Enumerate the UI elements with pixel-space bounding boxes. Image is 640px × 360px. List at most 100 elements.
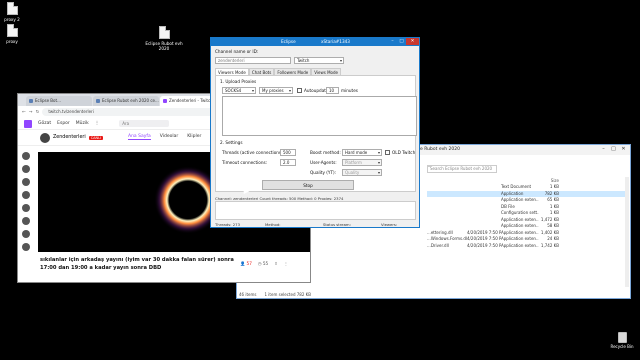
- eclipse-title: Eclipse: [281, 39, 296, 44]
- followed-channel-avatar[interactable]: [22, 204, 30, 212]
- upload-proxies-heading: 1. Upload Proxies: [220, 79, 257, 84]
- proxy-type-select[interactable]: SOCKS4: [222, 87, 256, 94]
- desktop-icon-proxy[interactable]: proxy: [0, 24, 32, 44]
- nav-esports[interactable]: Espor: [57, 121, 70, 126]
- avatar[interactable]: [40, 132, 50, 143]
- eclipse-user: xStaria#1343: [321, 39, 350, 44]
- tab-chat-bots[interactable]: Chat Bots: [248, 68, 275, 75]
- proxy-list-textarea[interactable]: [222, 96, 417, 136]
- more-options-icon[interactable]: ⋮: [284, 261, 288, 267]
- vertical-scrollbar[interactable]: [625, 177, 629, 287]
- log-area: [215, 201, 416, 220]
- maximize-button[interactable]: □: [609, 146, 618, 153]
- desktop: proxy 2 proxy Eclipse Rubot evh 2020 Ecl…: [0, 0, 640, 360]
- desktop-icon-proxy2[interactable]: proxy 2: [0, 2, 32, 22]
- channel-tab-clips[interactable]: Klipler: [187, 134, 201, 140]
- stream-title: sıkılanlar için arkadaş yayını (iyim var…: [40, 257, 234, 271]
- desktop-icon-label: proxy: [6, 39, 18, 44]
- close-button[interactable]: ✕: [406, 38, 419, 45]
- eclipse-favicon-icon: [29, 99, 33, 103]
- more-icon[interactable]: ⋮: [95, 121, 100, 126]
- recycle-bin-label: Recycle Bin: [610, 344, 634, 349]
- minimize-button[interactable]: –: [599, 146, 608, 153]
- file-list-header: Size: [427, 177, 627, 184]
- boost-method-select[interactable]: Hard mode: [342, 149, 382, 156]
- boost-method-label: Boost method:: [310, 150, 341, 155]
- settings-heading: 2. Settings: [220, 140, 243, 145]
- channel-input[interactable]: zendenterleri: [215, 57, 291, 64]
- user-agents-select[interactable]: Platform: [342, 159, 382, 166]
- stop-button[interactable]: Stop: [262, 180, 354, 190]
- tab-viewers-mode[interactable]: Viewers Mode: [215, 68, 249, 75]
- desktop-icon-recycle-bin[interactable]: Recycle Bin: [608, 332, 636, 349]
- nav-browse[interactable]: Gözat: [38, 121, 51, 126]
- tab-views-mode[interactable]: Views Mode: [311, 68, 341, 75]
- close-button[interactable]: ✕: [619, 146, 628, 153]
- stream-time: ◷ 55: [257, 261, 269, 266]
- desktop-icon-label: Eclipse Rubot evh 2020: [145, 41, 183, 51]
- file-row[interactable]: ...Driver.dll4/20/2019 7:50 PMApplicatio…: [427, 243, 627, 250]
- platform-select[interactable]: Twitch: [294, 57, 344, 64]
- recycle-bin-icon: [617, 332, 627, 343]
- forward-icon[interactable]: →: [29, 110, 33, 115]
- quality-label: Quality (YT):: [310, 170, 337, 175]
- desktop-icon-label: proxy 2: [4, 17, 20, 22]
- item-count: 46 items: [239, 292, 257, 297]
- address-bar[interactable]: [427, 165, 431, 167]
- autoupdate-minutes-input[interactable]: 10: [326, 87, 339, 94]
- eclipse-favicon-icon: [96, 99, 100, 103]
- eclipse-window: Eclipse xStaria#1343 – □ ✕ Channel name …: [210, 37, 420, 228]
- tab-followers-mode[interactable]: Followers Mode: [274, 68, 312, 75]
- followed-channel-avatar[interactable]: [22, 152, 30, 160]
- footer-method: Method:: [265, 222, 281, 227]
- followed-channels-sidebar: [22, 152, 30, 251]
- timeout-label: Timeout connections:: [222, 160, 268, 165]
- quality-select[interactable]: Quality: [342, 169, 382, 176]
- old-twitch-checkbox[interactable]: [385, 150, 390, 155]
- reload-icon[interactable]: ↻: [36, 110, 40, 115]
- column-size[interactable]: Size: [539, 177, 559, 184]
- old-twitch-label: OLD Twitch: [392, 150, 416, 155]
- eclipse-titlebar[interactable]: Eclipse xStaria#1343 – □ ✕: [211, 38, 419, 46]
- followed-channel-avatar[interactable]: [22, 165, 30, 173]
- channel-label: Channel name or ID:: [215, 49, 259, 54]
- file-list: Size Text Document 1 KB Application 782 KB…: [427, 177, 627, 249]
- footer-threads: Threads: 273: [215, 222, 240, 227]
- share-icon[interactable]: ⇪: [274, 261, 278, 267]
- twitch-favicon-icon: [163, 99, 167, 103]
- minimize-button[interactable]: –: [388, 38, 397, 45]
- back-icon[interactable]: ←: [22, 110, 26, 115]
- live-badge: CANLI: [88, 135, 104, 140]
- browser-tab[interactable]: Eclipse Bot...: [26, 96, 92, 106]
- footer-viewers: Viewers:: [381, 222, 398, 227]
- viewers-mode-panel: 1. Upload Proxies SOCKS4 My proxies Auto…: [215, 75, 417, 192]
- nav-music[interactable]: Müzik: [76, 121, 89, 126]
- maximize-button[interactable]: □: [397, 38, 406, 45]
- selection-info: 1 item selected 782 KB: [264, 292, 312, 297]
- search-input[interactable]: Search Eclipse Rubot evh 2020: [427, 165, 497, 173]
- followed-channel-avatar[interactable]: [22, 217, 30, 225]
- explorer-statusbar: 46 items 1 item selected 782 KB: [239, 292, 311, 297]
- proxy-source-select[interactable]: My proxies: [259, 87, 293, 94]
- browser-tab[interactable]: Eclipse Rubot evh 2020 ce...: [93, 96, 159, 106]
- autoupdate-label: Autoupdate: [304, 88, 329, 93]
- minutes-label: minutes: [341, 88, 358, 93]
- footer-status: Status stream:: [323, 222, 351, 227]
- desktop-icon-eclipse-folder[interactable]: Eclipse Rubot evh 2020: [144, 26, 184, 51]
- channel-tab-home[interactable]: Ana Sayfa: [128, 134, 151, 140]
- viewer-count: 👤 57: [240, 261, 252, 266]
- autoupdate-checkbox[interactable]: [297, 88, 302, 93]
- followed-channel-avatar[interactable]: [22, 243, 30, 251]
- threads-input[interactable]: 500: [280, 149, 296, 156]
- timeout-input[interactable]: 2.0: [280, 159, 296, 166]
- twitch-search-input[interactable]: Ara: [119, 120, 170, 127]
- stream-stats: 👤 57 ◷ 55 ⇪ ⋮: [240, 261, 288, 267]
- followed-channel-avatar[interactable]: [22, 230, 30, 238]
- twitch-logo-icon[interactable]: [24, 119, 32, 128]
- channel-name[interactable]: Zendenterleri: [53, 135, 86, 140]
- followed-channel-avatar[interactable]: [22, 191, 30, 199]
- threads-label: Threads (active connections):: [222, 150, 285, 155]
- followed-channel-avatar[interactable]: [22, 178, 30, 186]
- text-file-icon: [6, 24, 18, 37]
- channel-tab-videos[interactable]: Videolar: [160, 134, 178, 140]
